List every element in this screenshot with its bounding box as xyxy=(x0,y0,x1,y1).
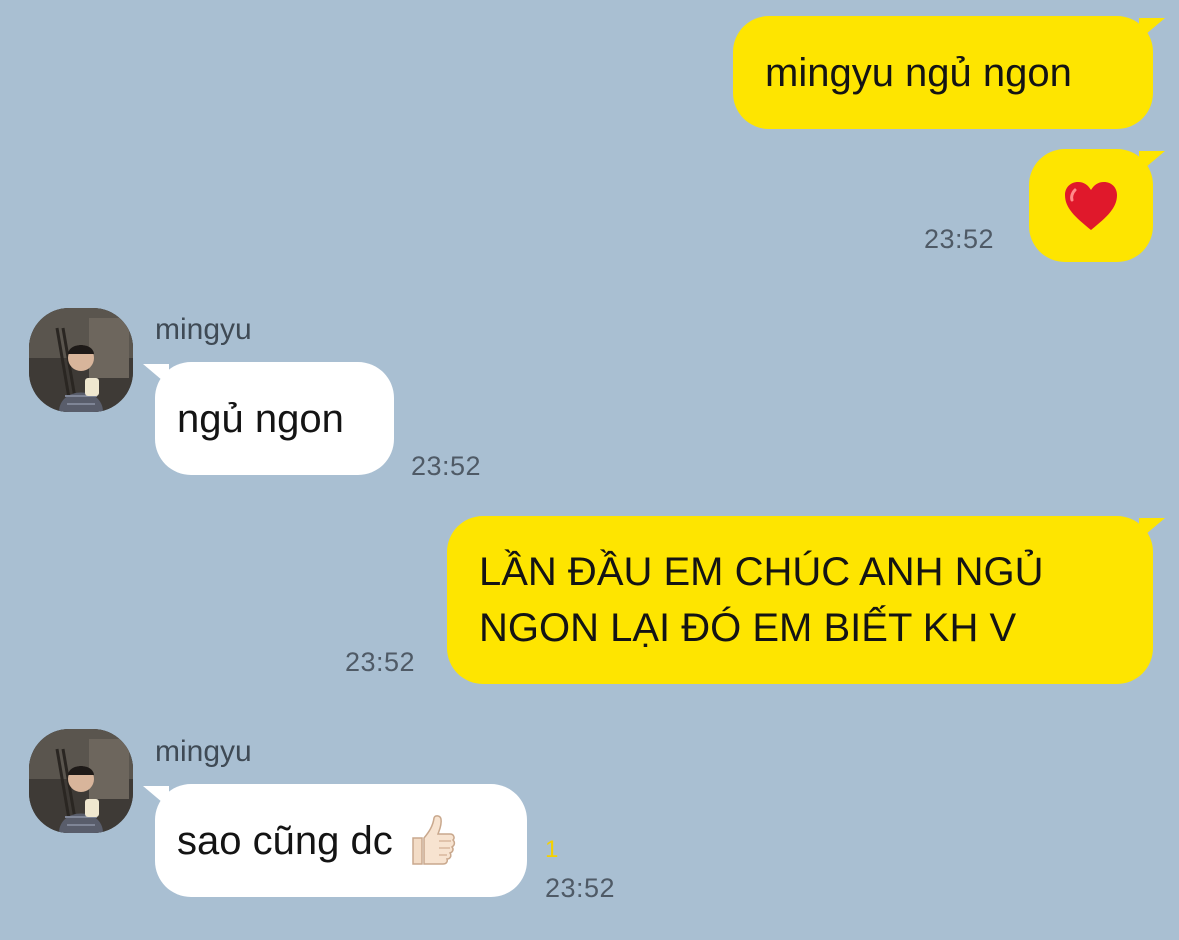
red-heart-emoji-icon xyxy=(1063,180,1119,232)
bubble-tail xyxy=(1139,518,1165,540)
outgoing-message-bubble[interactable]: mingyu ngủ ngon xyxy=(733,16,1165,129)
message-timestamp: 23:52 xyxy=(345,647,416,677)
message-timestamp: 23:52 xyxy=(545,873,616,903)
sender-name: mingyu xyxy=(155,735,252,768)
message-text: LẦN ĐẦU EM CHÚC ANH NGỦ NGON LẠI ĐÓ EM B… xyxy=(479,544,1044,656)
chat-conversation: mingyu ngủ ngon 23:52 mingyu ngủ ngon 23… xyxy=(0,0,1179,940)
message-line: LẦN ĐẦU EM CHÚC ANH NGỦ xyxy=(479,550,1044,594)
sender-avatar[interactable] xyxy=(29,308,133,412)
incoming-message-bubble[interactable]: ngủ ngon xyxy=(143,362,394,475)
message-line: NGON LẠI ĐÓ EM BIẾT KH V xyxy=(479,606,1017,650)
outgoing-message-bubble[interactable]: LẦN ĐẦU EM CHÚC ANH NGỦ NGON LẠI ĐÓ EM B… xyxy=(447,516,1165,684)
message-timestamp: 23:52 xyxy=(924,224,995,254)
thumbs-up-emoji-icon xyxy=(407,814,457,868)
unread-count: 1 xyxy=(545,836,559,863)
sender-avatar[interactable] xyxy=(29,729,133,833)
outgoing-message-bubble[interactable] xyxy=(1029,149,1165,262)
message-text: sao cũng dc xyxy=(177,818,393,863)
sender-name: mingyu xyxy=(155,313,252,346)
bubble-tail xyxy=(143,364,169,386)
bubble-tail xyxy=(1139,151,1165,173)
message-text: ngủ ngon xyxy=(177,396,344,441)
bubble-tail xyxy=(143,786,169,808)
incoming-message-bubble[interactable]: sao cũng dc xyxy=(143,784,527,897)
bubble-tail xyxy=(1139,18,1165,40)
message-timestamp: 23:52 xyxy=(411,451,482,481)
message-text: mingyu ngủ ngon xyxy=(765,50,1072,95)
